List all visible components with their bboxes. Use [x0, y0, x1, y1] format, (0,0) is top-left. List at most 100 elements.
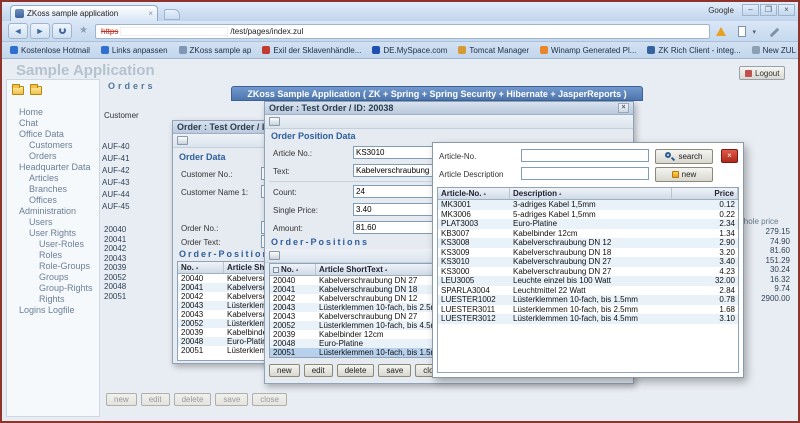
- sidebar-item[interactable]: Articles: [7, 173, 99, 184]
- sidebar-item[interactable]: Office Data: [7, 129, 99, 140]
- maximize-button[interactable]: ❐: [760, 4, 777, 16]
- order-window-titlebar[interactable]: Order : Test Order / ID: 20038 ×: [265, 102, 633, 115]
- footer-button[interactable]: delete: [174, 393, 212, 406]
- forward-button[interactable]: ►: [30, 23, 50, 39]
- order-window-button[interactable]: edit: [304, 364, 333, 377]
- print-icon[interactable]: [177, 136, 188, 145]
- close-window-button[interactable]: ×: [778, 4, 795, 16]
- new-tab-button[interactable]: [164, 9, 180, 20]
- article-row[interactable]: LUESTER1002 Lüsterklemmen 10-fach, bis 1…: [438, 295, 738, 305]
- sidebar-item[interactable]: Headquarter Data: [7, 162, 99, 173]
- position-row[interactable]: 20052: [104, 273, 144, 283]
- footer-button[interactable]: close: [252, 393, 287, 406]
- col-description[interactable]: Description▴: [510, 188, 672, 199]
- order-window-button[interactable]: delete: [337, 364, 375, 377]
- sidebar-item[interactable]: Rights: [7, 294, 99, 305]
- sidebar-item[interactable]: Groups: [7, 272, 99, 283]
- position-row[interactable]: 20048: [104, 282, 144, 292]
- sidebar-item[interactable]: User Rights: [7, 228, 99, 239]
- sidebar-item[interactable]: User-Roles: [7, 239, 99, 250]
- article-row[interactable]: KS3010 Kabelverschraubung DN 27 3.40: [438, 257, 738, 267]
- article-row[interactable]: KB3007 Kabelbinder 12cm 1.34: [438, 229, 738, 239]
- sidebar-item[interactable]: Group-Rights: [7, 283, 99, 294]
- new-article-button[interactable]: new: [655, 167, 713, 182]
- sidebar-item[interactable]: Logins Logfile: [7, 305, 99, 316]
- folder-icon[interactable]: [12, 86, 24, 95]
- print-icon[interactable]: [269, 117, 280, 126]
- col-article-no[interactable]: Article-No.▴: [438, 188, 510, 199]
- sidebar-item[interactable]: Users: [7, 217, 99, 228]
- bookmark-item[interactable]: Exil der Sklavenhändle...: [262, 46, 361, 55]
- reload-button[interactable]: [52, 23, 72, 39]
- footer-button[interactable]: new: [106, 393, 137, 406]
- article-row[interactable]: KS3000 Kabelverschraubung DN 27 4.23: [438, 267, 738, 277]
- browser-tab[interactable]: ZKoss sample application ×: [10, 5, 158, 21]
- article-row[interactable]: MK3006 5-adriges Kabel 1,5mm 0.22: [438, 210, 738, 220]
- close-icon[interactable]: ×: [618, 103, 629, 113]
- sidebar-item[interactable]: Chat: [7, 118, 99, 129]
- popup-article-no-input[interactable]: [521, 149, 649, 162]
- order-row[interactable]: AUF-45: [102, 201, 170, 213]
- warning-icon[interactable]: [716, 27, 726, 36]
- article-row[interactable]: LEU3005 Leuchte einzel bis 100 Watt 32.0…: [438, 276, 738, 286]
- sidebar-item[interactable]: Customers: [7, 140, 99, 151]
- position-row[interactable]: 20043: [104, 254, 144, 264]
- footer-button[interactable]: edit: [141, 393, 170, 406]
- search-button[interactable]: search: [655, 149, 713, 164]
- close-popup-button[interactable]: ×: [721, 149, 738, 163]
- order-row[interactable]: AUF-42: [102, 165, 170, 177]
- sidebar-item[interactable]: Roles: [7, 250, 99, 261]
- article-row[interactable]: PLAT3003 Euro-Platine 2.34: [438, 219, 738, 229]
- footer-button[interactable]: save: [215, 393, 248, 406]
- sidebar-item[interactable]: Orders: [7, 151, 99, 162]
- article-row[interactable]: MK3001 3-adriges Kabel 1,5mm 0.12: [438, 200, 738, 210]
- sidebar-item[interactable]: Offices: [7, 195, 99, 206]
- bookmark-item[interactable]: Links anpassen: [101, 46, 168, 55]
- whole-price-value: 2900.00: [738, 294, 790, 304]
- close-tab-icon[interactable]: ×: [148, 9, 153, 18]
- position-row[interactable]: 20051: [104, 292, 144, 302]
- wrench-icon[interactable]: [770, 28, 780, 38]
- whole-price-value: 74.90: [738, 237, 790, 247]
- order-row[interactable]: AUF-40: [102, 141, 170, 153]
- position-row[interactable]: 20040: [104, 225, 144, 235]
- col-no[interactable]: No.▴: [270, 264, 316, 275]
- address-bar[interactable]: https/test/pages/index.zul: [95, 24, 710, 39]
- position-row[interactable]: 20042: [104, 244, 144, 254]
- back-button[interactable]: ◄: [8, 23, 28, 39]
- bookmark-star-icon[interactable]: ★: [79, 26, 88, 36]
- folder-icon[interactable]: [30, 86, 42, 95]
- popup-article-desc-input[interactable]: [521, 167, 649, 180]
- sidebar-item[interactable]: Branches: [7, 184, 99, 195]
- order-row[interactable]: AUF-43: [102, 177, 170, 189]
- order-window-button[interactable]: save: [378, 364, 411, 377]
- article-row[interactable]: KS3009 Kabelverschraubung DN 18 3.20: [438, 248, 738, 258]
- bookmark-item[interactable]: Tomcat Manager: [458, 46, 529, 55]
- bookmark-item[interactable]: ZKoss sample ap: [179, 46, 252, 55]
- sidebar-item[interactable]: Administration: [7, 206, 99, 217]
- logout-button[interactable]: Logout: [739, 66, 785, 80]
- article-row[interactable]: KS3008 Kabelverschraubung DN 12 2.90: [438, 238, 738, 248]
- page-icon[interactable]: [738, 26, 746, 37]
- bookmark-item[interactable]: Winamp Generated Pl...: [540, 46, 636, 55]
- bookmark-item[interactable]: Kostenlose Hotmail: [10, 46, 90, 55]
- position-row[interactable]: 20039: [104, 263, 144, 273]
- order-window-button[interactable]: new: [269, 364, 300, 377]
- sidebar-item[interactable]: Home: [7, 107, 99, 118]
- article-row[interactable]: LUESTER3011 Lüsterklemmen 10-fach, bis 2…: [438, 305, 738, 315]
- col-price[interactable]: Price: [672, 188, 738, 199]
- order-row[interactable]: AUF-41: [102, 153, 170, 165]
- logout-label: Logout: [755, 69, 779, 78]
- col-no[interactable]: No.▴: [178, 262, 224, 273]
- bookmark-item[interactable]: ZK Rich Client - integ...: [647, 46, 740, 55]
- order-row[interactable]: AUF-44: [102, 189, 170, 201]
- position-row[interactable]: 20041: [104, 235, 144, 245]
- bookmark-item[interactable]: New ZUL Title: [752, 46, 800, 55]
- sidebar-item[interactable]: Role-Groups: [7, 261, 99, 272]
- bookmark-item[interactable]: DE.MySpace.com: [372, 46, 447, 55]
- minimize-button[interactable]: –: [742, 4, 759, 16]
- chevron-down-icon[interactable]: ▾: [752, 28, 756, 36]
- article-row[interactable]: LUESTER3012 Lüsterklemmen 10-fach, bis 4…: [438, 314, 738, 324]
- print-icon[interactable]: [269, 251, 280, 260]
- article-row[interactable]: SPARLA3004 Leuchtmittel 22 Watt 2.84: [438, 286, 738, 296]
